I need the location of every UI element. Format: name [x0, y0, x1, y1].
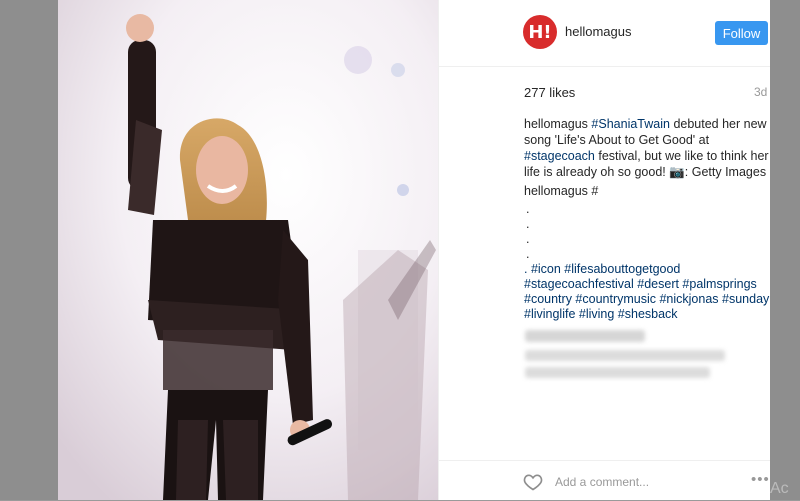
more-options-icon[interactable]: ••• [751, 471, 770, 488]
hashtag-line-3[interactable]: #country #countrymusic #nickjonas #sunda… [524, 292, 774, 307]
overlay-text: Ac [770, 480, 789, 497]
hashtag-shaniatwain[interactable]: #ShaniaTwain [591, 117, 670, 131]
post-caption: hellomagus #ShaniaTwain debuted her new … [524, 116, 770, 180]
post-photo[interactable] [58, 0, 438, 500]
comment-username[interactable]: hellomagus [524, 184, 588, 198]
blurred-comment-line-2 [525, 350, 725, 361]
post-details-panel: H! hellomagus Follow 277 likes 3d hellom… [438, 0, 771, 500]
right-gutter [770, 0, 800, 500]
hashtag-line-4[interactable]: #livinglife #living #shesback [524, 307, 774, 322]
comment-header: hellomagus # [524, 184, 598, 198]
left-gutter [0, 0, 58, 500]
heart-outline-icon[interactable] [523, 472, 543, 492]
hashtag-line-2[interactable]: #stagecoachfestival #desert #palmsprings [524, 277, 774, 292]
caption-username[interactable]: hellomagus [524, 117, 588, 131]
comment-dot-2: . [526, 217, 530, 231]
comment-dot-4: . [526, 247, 530, 261]
comment-hash: # [591, 184, 599, 198]
username-link[interactable]: hellomagus [565, 24, 632, 39]
performer-photo-illustration [58, 0, 438, 500]
likes-count[interactable]: 277 likes [524, 85, 575, 100]
comment-dot-1: . [526, 202, 530, 216]
comment-bar: Add a comment... ••• [439, 460, 771, 501]
hashtag-stagecoach[interactable]: #stagecoach [524, 149, 595, 163]
instagram-post-window: H! hellomagus Follow 277 likes 3d hellom… [0, 0, 800, 500]
post-age[interactable]: 3d [754, 85, 767, 99]
blurred-comment-line-1 [525, 330, 645, 342]
add-comment-input[interactable]: Add a comment... [555, 475, 649, 489]
avatar[interactable]: H! [523, 15, 557, 49]
blurred-comment-line-3 [525, 367, 710, 378]
comment-dot-3: . [526, 232, 530, 246]
follow-button[interactable]: Follow [715, 21, 768, 45]
hashtag-line-1[interactable]: . #icon #lifesabouttogetgood [524, 262, 774, 277]
post-header: H! hellomagus Follow [439, 0, 771, 67]
